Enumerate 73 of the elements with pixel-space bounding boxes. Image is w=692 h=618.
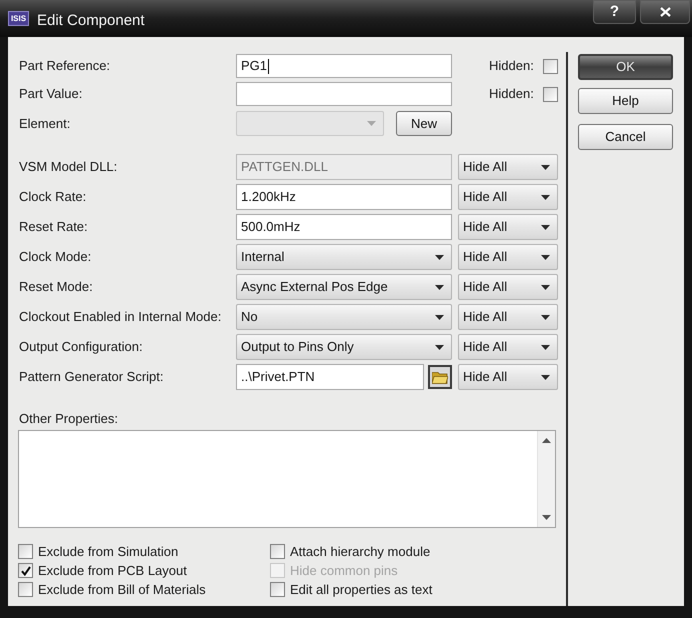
caret-icon bbox=[435, 284, 444, 290]
checkbox-label: Edit all properties as text bbox=[290, 580, 432, 599]
app-logo: ISIS bbox=[8, 11, 29, 26]
folder-icon bbox=[432, 370, 448, 384]
folder-button[interactable] bbox=[428, 365, 452, 389]
dropdown[interactable]: Internal bbox=[236, 244, 452, 270]
readonly-field[interactable]: PATTGEN.DLL bbox=[236, 154, 452, 180]
field-label: Clock Rate: bbox=[19, 188, 86, 206]
text-field[interactable]: ..\Privet.PTN bbox=[236, 364, 424, 390]
field-label: Element: bbox=[19, 114, 70, 133]
checkbox-label: Attach hierarchy module bbox=[290, 542, 430, 561]
text-cursor bbox=[268, 58, 270, 74]
dropdown[interactable]: Output to Pins Only bbox=[236, 334, 452, 360]
tick-icon bbox=[20, 566, 30, 576]
visibility-dropdown[interactable]: Hide All bbox=[458, 184, 558, 210]
field-label: Reset Rate: bbox=[19, 218, 88, 236]
dialog-button[interactable]: Help bbox=[578, 88, 673, 114]
text-field[interactable]: PG1 bbox=[236, 54, 452, 78]
scrollbar[interactable] bbox=[537, 431, 555, 527]
field-label: Part Reference: bbox=[19, 57, 110, 76]
help-button[interactable]: ? bbox=[593, 0, 636, 24]
checkbox[interactable] bbox=[270, 544, 285, 559]
dropdown[interactable]: Async External Pos Edge bbox=[236, 274, 452, 300]
hidden-label: Hidden: bbox=[489, 85, 534, 104]
field-label: Output Configuration: bbox=[19, 338, 143, 356]
field-label: VSM Model DLL: bbox=[19, 158, 118, 176]
close-button[interactable] bbox=[640, 0, 690, 24]
caret-icon bbox=[541, 194, 550, 200]
scroll-down-icon[interactable] bbox=[542, 515, 551, 520]
visibility-dropdown[interactable]: Hide All bbox=[458, 244, 558, 270]
close-icon bbox=[660, 7, 670, 17]
visibility-dropdown[interactable]: Hide All bbox=[458, 364, 558, 390]
checkbox-label: Exclude from Bill of Materials bbox=[38, 580, 206, 599]
checkbox[interactable] bbox=[18, 582, 33, 597]
dropdown[interactable]: No bbox=[236, 304, 452, 330]
caret-icon bbox=[435, 344, 444, 350]
field-label: Part Value: bbox=[19, 85, 82, 104]
hidden-label: Hidden: bbox=[489, 57, 534, 76]
visibility-dropdown[interactable]: Hide All bbox=[458, 154, 558, 180]
checkbox[interactable] bbox=[18, 544, 33, 559]
checkbox[interactable] bbox=[18, 563, 33, 578]
text-field[interactable]: 500.0mHz bbox=[236, 214, 452, 240]
checkbox[interactable] bbox=[543, 86, 558, 102]
field-label: Clock Mode: bbox=[19, 248, 92, 266]
caret-icon bbox=[367, 121, 376, 126]
caret-icon bbox=[435, 254, 444, 260]
checkbox[interactable] bbox=[270, 582, 285, 597]
checkbox-label: Exclude from PCB Layout bbox=[38, 562, 187, 580]
dialog-button[interactable]: Cancel bbox=[578, 124, 673, 150]
text-field[interactable]: 1.200kHz bbox=[236, 184, 452, 210]
caret-icon bbox=[541, 224, 550, 230]
caret-icon bbox=[541, 284, 550, 290]
checkbox[interactable] bbox=[543, 58, 558, 74]
caret-icon bbox=[435, 314, 444, 320]
checkbox-label: Exclude from Simulation bbox=[38, 542, 178, 561]
visibility-dropdown[interactable]: Hide All bbox=[458, 214, 558, 240]
caret-icon bbox=[541, 164, 550, 170]
visibility-dropdown[interactable]: Hide All bbox=[458, 274, 558, 300]
checkbox-label: Hide common pins bbox=[290, 562, 398, 580]
caret-icon bbox=[541, 314, 550, 320]
text-field[interactable] bbox=[236, 82, 452, 106]
field-label: Clockout Enabled in Internal Mode: bbox=[19, 308, 222, 326]
field-label: Pattern Generator Script: bbox=[19, 368, 164, 386]
visibility-dropdown[interactable]: Hide All bbox=[458, 334, 558, 360]
caret-icon bbox=[541, 254, 550, 260]
scroll-up-icon[interactable] bbox=[542, 438, 551, 443]
field-label: Reset Mode: bbox=[19, 278, 93, 296]
caret-icon bbox=[541, 344, 550, 350]
visibility-dropdown[interactable]: Hide All bbox=[458, 304, 558, 330]
caret-icon bbox=[541, 374, 550, 380]
field-label: Other Properties: bbox=[19, 410, 118, 428]
window-title: Edit Component bbox=[37, 11, 145, 31]
dialog-button[interactable]: OK bbox=[578, 54, 673, 80]
